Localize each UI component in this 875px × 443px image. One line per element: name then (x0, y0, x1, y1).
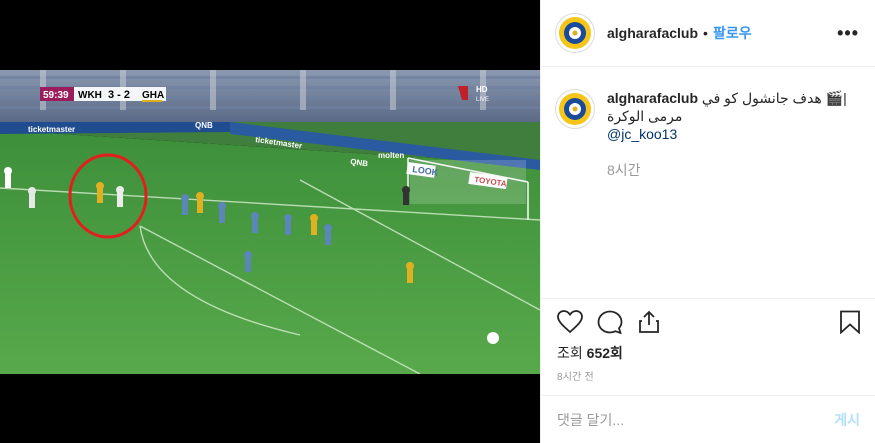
comment-icon[interactable] (597, 310, 623, 339)
club-logo-icon (559, 17, 591, 49)
bookmark-icon[interactable] (839, 310, 861, 339)
ad-board: ticketmaster (28, 125, 75, 134)
action-bar (557, 306, 862, 336)
comment-form: 게시 (541, 395, 875, 443)
match-score: 3 - 2 (108, 89, 130, 101)
video-player[interactable]: ticketmaster ticketmaster QNB QNB molten… (0, 0, 540, 443)
mention-link[interactable]: @jc_koo13 (607, 125, 847, 143)
avatar[interactable] (555, 13, 595, 53)
more-options-icon[interactable]: ••• (837, 23, 859, 44)
post-timestamp[interactable]: 8시간 전 (557, 368, 594, 383)
comment-input[interactable] (557, 411, 835, 428)
caption-text: algharafaclub هدف جانشول كو في 🎬| مرمى ا… (607, 89, 847, 179)
caption-time: 8시간 (607, 162, 641, 178)
views-label: 조회 (557, 345, 583, 361)
club-logo-icon (559, 93, 591, 125)
share-icon[interactable] (637, 310, 661, 339)
match-clock: 59:39 (43, 90, 69, 101)
caption-area: algharafaclub هدف جانشول كو في 🎬| مرمى ا… (541, 67, 875, 299)
caption-username[interactable]: algharafaclub (607, 90, 698, 106)
separator-dot: • (703, 25, 708, 41)
caption: algharafaclub هدف جانشول كو في 🎬| مرمى ا… (555, 89, 860, 179)
scoreboard: 59:39 WKH 3 - 2 GHA (40, 87, 166, 102)
views-number: 652회 (586, 345, 623, 361)
home-team: WKH (78, 90, 102, 101)
ball (487, 332, 499, 344)
username[interactable]: algharafaclub (607, 25, 698, 41)
avatar[interactable] (555, 89, 595, 129)
ad-board: QNB (195, 121, 213, 130)
post-sidebar: algharafaclub • 팔로우 ••• algharafaclub هد… (540, 0, 875, 443)
away-team: GHA (142, 90, 164, 101)
heart-icon[interactable] (557, 310, 583, 339)
post-header: algharafaclub • 팔로우 ••• (541, 0, 875, 67)
caption-line-2: مرمى الوكرة (607, 108, 683, 124)
svg-text:LIVE: LIVE (476, 97, 489, 103)
match-frame: ticketmaster ticketmaster QNB QNB molten… (0, 70, 540, 374)
follow-button[interactable]: 팔로우 (713, 23, 752, 43)
match-video[interactable]: ticketmaster ticketmaster QNB QNB molten… (0, 70, 540, 374)
post-comment-button[interactable]: 게시 (834, 410, 860, 430)
svg-text:HD: HD (476, 85, 488, 94)
caption-line-1: هدف جانشول كو في 🎬| (701, 90, 847, 106)
ad-board: molten (378, 151, 404, 160)
view-count[interactable]: 조회 652회 (557, 343, 623, 363)
